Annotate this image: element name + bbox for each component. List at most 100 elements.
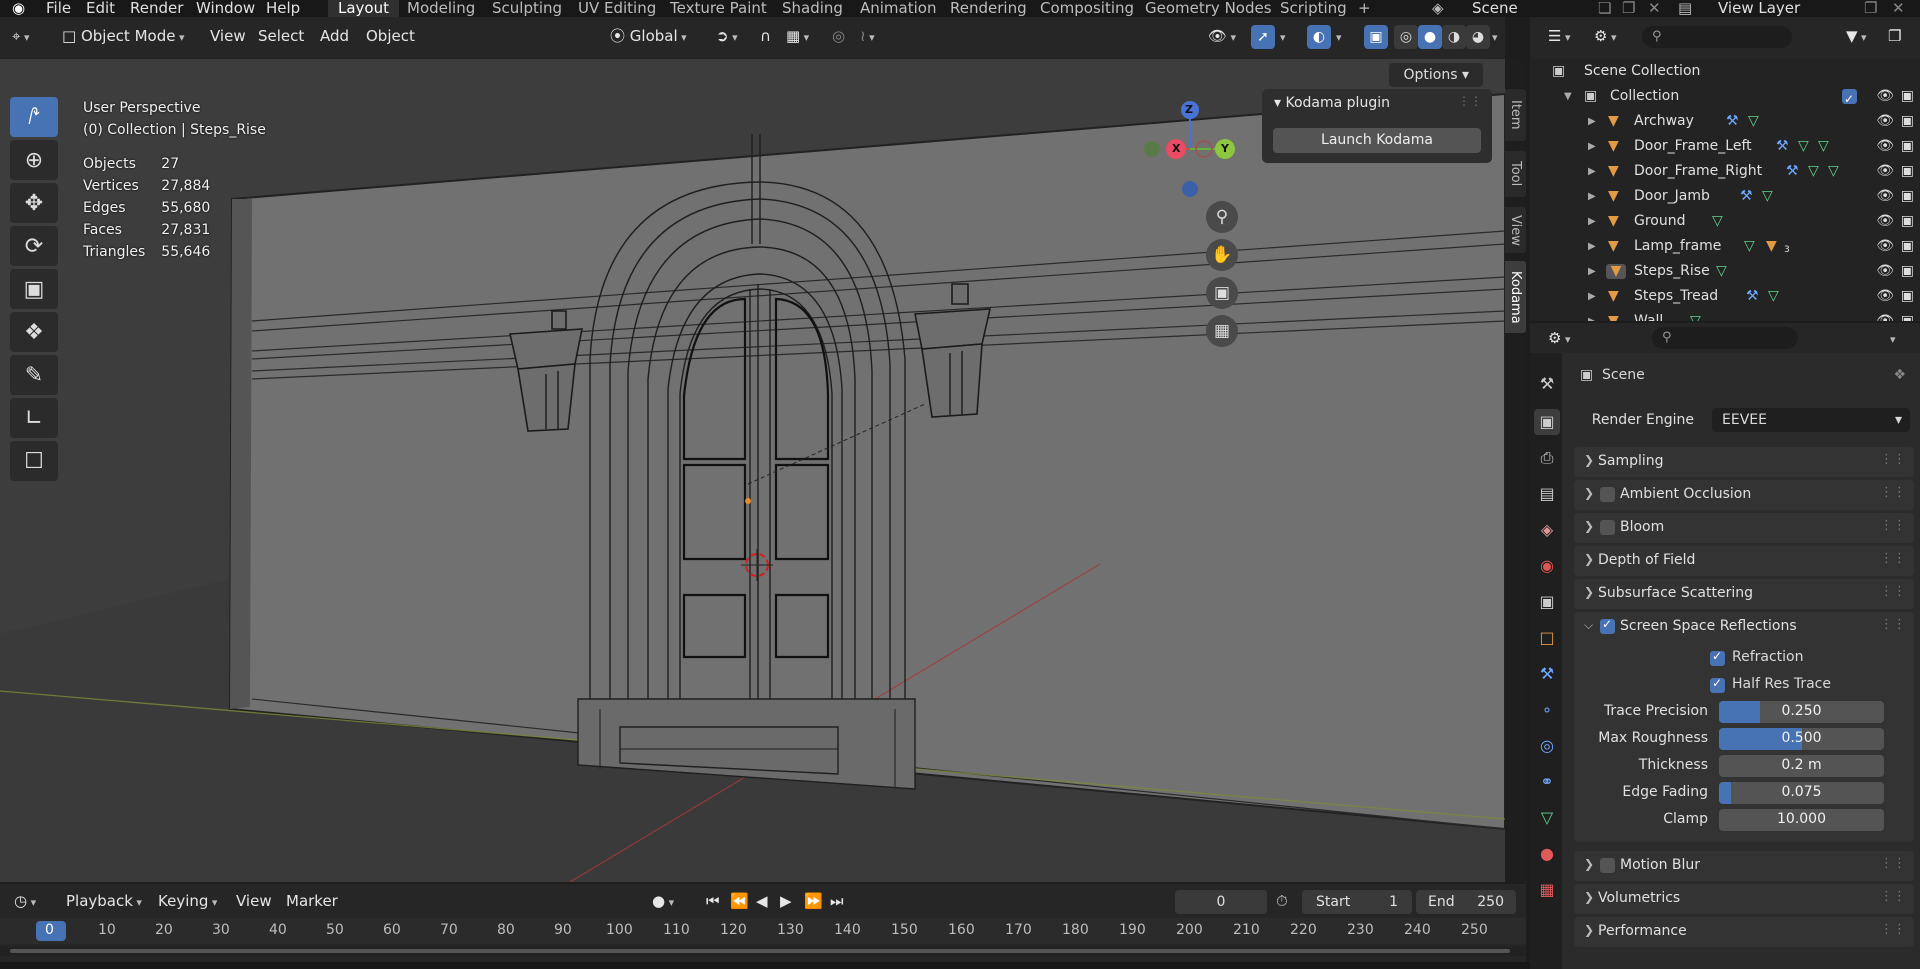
remove-view-layer-icon[interactable]: ✕: [1892, 0, 1905, 17]
menu-edit[interactable]: Edit: [86, 0, 115, 17]
keying-menu[interactable]: Keying: [158, 889, 217, 913]
outliner-object-row[interactable]: ▶ ▼ Door_Jamb ⚒ ▽ 👁 ▣: [1530, 184, 1920, 209]
tab-texture-paint[interactable]: Texture Paint: [670, 0, 767, 17]
playback-menu[interactable]: Playback: [66, 889, 142, 913]
motion-blur-checkbox[interactable]: [1600, 858, 1615, 873]
outliner-object-row[interactable]: ▶ ▼ Lamp_frame ▽ ▼ 3 👁 ▣: [1530, 234, 1920, 259]
tool-settings-tab-icon[interactable]: ⚒: [1534, 371, 1560, 397]
kodama-panel-header[interactable]: ▾ Kodama plugin: [1274, 95, 1390, 111]
overlay-dropdown-icon[interactable]: [1336, 24, 1342, 48]
proportional-editing-icon[interactable]: ◎: [832, 24, 845, 48]
pin-icon[interactable]: ❏: [1598, 0, 1611, 17]
filter-icon[interactable]: ▼: [1846, 24, 1867, 48]
editor-type-icon[interactable]: ⌖: [12, 24, 29, 48]
mesh-data-icon[interactable]: ▽: [1798, 134, 1809, 159]
outliner-object-row[interactable]: ▶ ▼ Door_Frame_Right ⚒ ▽ ▽ 👁 ▣: [1530, 159, 1920, 184]
modifier-wrench-icon[interactable]: ⚒: [1740, 184, 1753, 209]
drag-handle-icon[interactable]: ⋮⋮: [1458, 94, 1482, 108]
render-camera-icon[interactable]: ▣: [1901, 84, 1914, 109]
timeline-view-menu[interactable]: View: [236, 889, 272, 913]
frame-ruler[interactable]: 0 10 20 30 40 50 60 70 80 90 100 110 120…: [0, 918, 1526, 944]
expand-triangle-icon[interactable]: ▶: [1588, 159, 1596, 184]
properties-search-input[interactable]: ⚲: [1652, 327, 1798, 349]
visibility-eye-icon[interactable]: 👁: [1876, 259, 1894, 284]
menu-help[interactable]: Help: [266, 0, 300, 17]
output-tab-icon[interactable]: ⎙: [1534, 445, 1560, 471]
drag-handle-icon[interactable]: ⋮⋮: [1880, 856, 1906, 871]
expand-triangle-icon[interactable]: ▶: [1588, 109, 1596, 134]
data-tab-icon[interactable]: ▽: [1534, 805, 1560, 831]
scene-name[interactable]: Scene: [1472, 0, 1518, 17]
panel-subsurface-scattering[interactable]: ❯ Subsurface Scattering ⋮⋮: [1574, 579, 1914, 609]
render-camera-icon[interactable]: ▣: [1901, 259, 1914, 284]
start-frame-field[interactable]: Start 1: [1302, 890, 1412, 914]
menu-render[interactable]: Render: [130, 0, 183, 17]
blender-logo-icon[interactable]: ◉: [12, 0, 25, 17]
tab-rendering[interactable]: Rendering: [950, 0, 1027, 17]
outliner-object-row[interactable]: ▶ ▼ Steps_Tread ⚒ ▽ 👁 ▣: [1530, 284, 1920, 309]
tab-kodama[interactable]: Kodama: [1505, 261, 1526, 333]
ssr-checkbox[interactable]: [1600, 617, 1615, 634]
outliner-editor-type-icon[interactable]: ☰: [1548, 24, 1570, 48]
rotate-icon[interactable]: ⟳: [10, 226, 58, 266]
render-camera-icon[interactable]: ▣: [1901, 134, 1914, 159]
visibility-eye-icon[interactable]: 👁: [1876, 134, 1894, 159]
transform-orientation-dropdown[interactable]: ⦿ Global: [610, 24, 687, 48]
transform-icon[interactable]: ❖: [10, 312, 58, 352]
camera-icon[interactable]: ▣: [1206, 277, 1238, 309]
render-camera-icon[interactable]: ▣: [1901, 109, 1914, 134]
rendered-shading-icon[interactable]: ◕: [1466, 25, 1490, 49]
mesh-data-icon[interactable]: ▽: [1818, 134, 1829, 159]
object-mode-dropdown[interactable]: □ Object Mode: [62, 24, 184, 48]
visibility-eye-icon[interactable]: 👁: [1876, 109, 1894, 134]
panel-sampling[interactable]: ❯ Sampling ⋮⋮: [1574, 447, 1914, 477]
modifier-wrench-icon[interactable]: ⚒: [1726, 109, 1739, 134]
mesh-data-icon[interactable]: ▽: [1690, 309, 1701, 321]
add-workspace-button[interactable]: +: [1358, 0, 1371, 17]
outliner-object-row[interactable]: ▶ ▼ Steps_Rise ▽ 👁 ▣: [1530, 259, 1920, 284]
jump-keyframe-forward-icon[interactable]: ⏩: [804, 889, 823, 913]
new-collection-icon[interactable]: ❐: [1888, 24, 1901, 48]
panel-volumetrics[interactable]: ❯ Volumetrics ⋮⋮: [1574, 884, 1914, 914]
render-camera-icon[interactable]: ▣: [1901, 234, 1914, 259]
tab-compositing[interactable]: Compositing: [1040, 0, 1134, 17]
render-camera-icon[interactable]: ▣: [1901, 209, 1914, 234]
tab-scripting[interactable]: Scripting: [1280, 0, 1347, 17]
expand-triangle-icon[interactable]: ▶: [1588, 234, 1596, 259]
ambient-occlusion-checkbox[interactable]: [1600, 487, 1615, 502]
scrollbar-thumb[interactable]: [10, 949, 1510, 953]
chevron-down-icon[interactable]: ⌵: [1584, 618, 1593, 633]
add-cube-icon[interactable]: ☐: [10, 441, 58, 481]
zoom-icon[interactable]: ⚲: [1206, 201, 1238, 233]
overlay-toggle-icon[interactable]: ◐: [1307, 25, 1331, 49]
pivot-point-icon[interactable]: ➲: [716, 24, 738, 48]
jump-end-icon[interactable]: ⏭: [830, 889, 844, 913]
falloff-icon[interactable]: ≀: [860, 24, 875, 48]
modifiers-tab-icon[interactable]: ⚒: [1534, 661, 1560, 687]
visibility-eye-icon[interactable]: 👁: [1876, 184, 1894, 209]
render-camera-icon[interactable]: ▣: [1901, 284, 1914, 309]
visibility-eye-icon[interactable]: 👁: [1876, 284, 1894, 309]
select-box-icon[interactable]: ⭚: [10, 97, 58, 137]
launch-kodama-button[interactable]: Launch Kodama: [1273, 128, 1481, 153]
gizmo-toggle-icon[interactable]: ➚: [1251, 25, 1275, 49]
render-camera-icon[interactable]: ▣: [1901, 309, 1914, 321]
bloom-checkbox[interactable]: [1600, 520, 1615, 535]
display-mode-icon[interactable]: ⚙: [1594, 24, 1616, 48]
panel-ambient-occlusion[interactable]: ❯ Ambient Occlusion ⋮⋮: [1574, 480, 1914, 510]
gizmo-y-label[interactable]: Y: [1221, 142, 1229, 155]
close-icon[interactable]: ✕: [1648, 0, 1661, 17]
visibility-eye-icon[interactable]: 👁: [1876, 234, 1894, 259]
auto-keying-icon[interactable]: ●: [652, 889, 674, 913]
stopwatch-icon[interactable]: ⏱: [1276, 889, 1288, 913]
menu-view[interactable]: View: [210, 24, 246, 48]
drag-handle-icon[interactable]: ⋮⋮: [1880, 518, 1906, 533]
snap-target-icon[interactable]: ▦: [786, 24, 809, 48]
menu-file[interactable]: File: [46, 0, 71, 17]
render-tab-icon[interactable]: ▣: [1534, 409, 1560, 435]
visibility-eye-icon[interactable]: 👁: [1876, 309, 1894, 321]
expand-triangle-icon[interactable]: ▶: [1588, 209, 1596, 234]
outliner-object-row[interactable]: ▶ ▼ Ground ▽ 👁 ▣: [1530, 209, 1920, 234]
perspective-grid-icon[interactable]: ▦: [1206, 315, 1238, 347]
expand-triangle-icon[interactable]: ▶: [1588, 284, 1596, 309]
